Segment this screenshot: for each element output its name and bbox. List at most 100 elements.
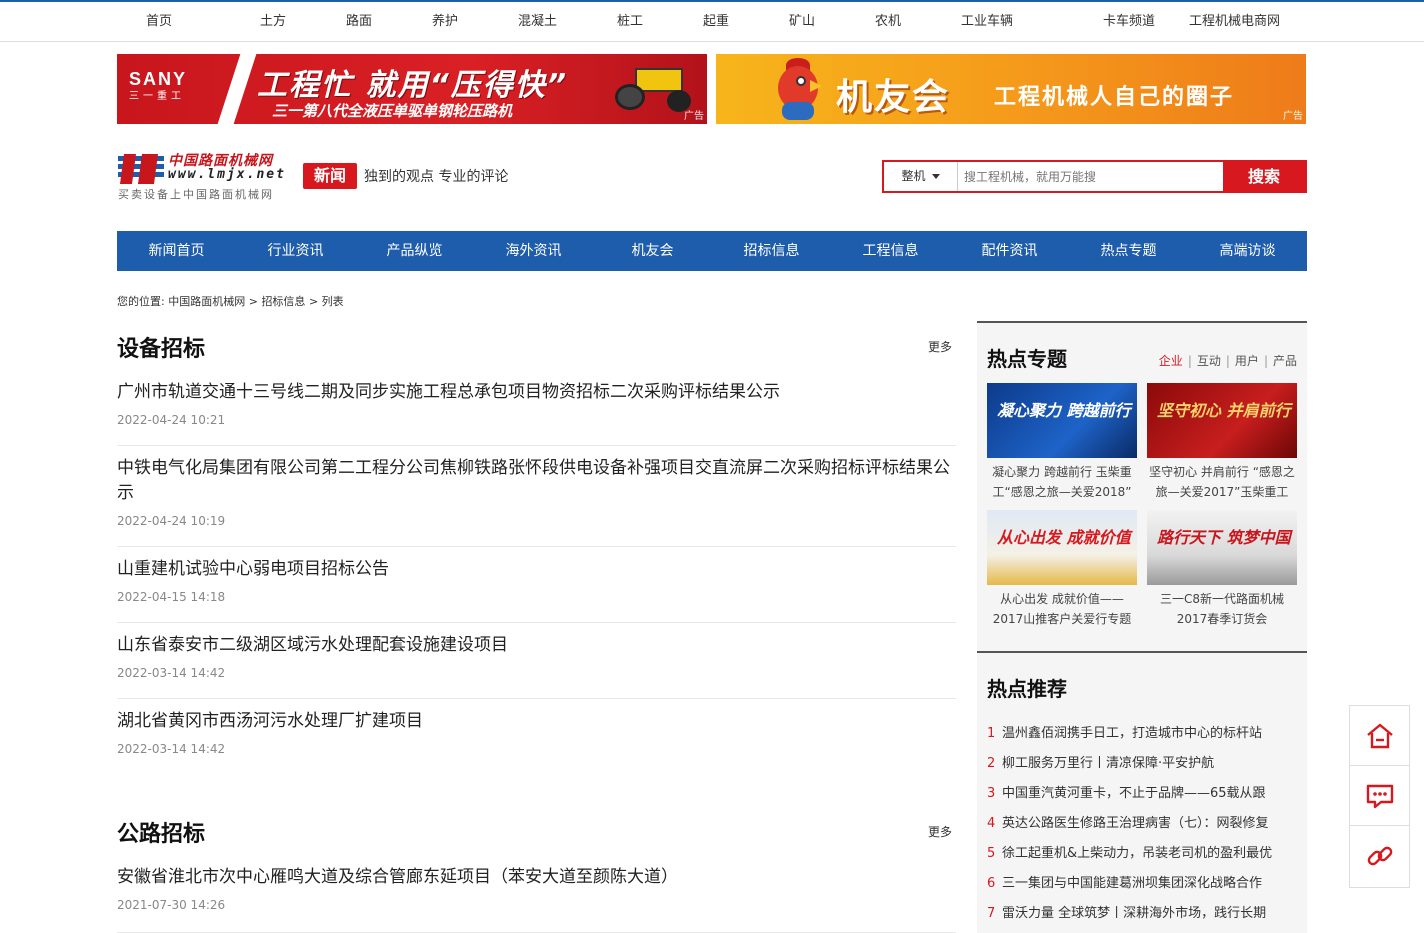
rooster-mascot-icon (766, 58, 830, 120)
topic-thumbnail[interactable]: 坚守初心 并肩前行 (1147, 383, 1297, 458)
hot-recommend-title[interactable]: 徐工起重机&上柴动力，吊装老司机的盈利最优 (1002, 846, 1272, 861)
news-item[interactable]: 广州市轨道交通十三号线二期及同步实施工程总承包项目物资招标二次采购评标结果公示 … (117, 380, 956, 446)
rank-number: 7 (987, 906, 996, 921)
top-nav-item[interactable]: 首页 (146, 2, 172, 42)
rank-number: 5 (987, 846, 996, 861)
hot-recommend-title: 热点推荐 (987, 677, 1067, 701)
hot-topics-title: 热点专题 (987, 347, 1067, 371)
main-nav: 新闻首页 行业资讯 产品纵览 海外资讯 机友会 招标信息 工程信息 配件资讯 热点专题 高端访谈 (117, 231, 1307, 271)
news-item[interactable]: 湖北省黄冈市西汤河污水处理厂扩建项目 2022-03-14 14:42 (117, 709, 956, 775)
search-category-select[interactable]: 整机 (884, 162, 958, 191)
more-link[interactable]: 更多 (928, 823, 952, 840)
hot-recommend-title[interactable]: 中国重汽黄河重卡，不止于品牌——65载从跟 (1002, 786, 1266, 801)
main-nav-item[interactable]: 新闻首页 (117, 231, 236, 271)
top-nav-item[interactable]: 工程机械电商网 (1189, 2, 1280, 42)
tab-product[interactable]: 产品 (1273, 354, 1297, 368)
logo-url: www.lmjx.net (168, 167, 286, 182)
hot-recommend-list: 1 温州鑫佰润携手日工，打造城市中心的标杆站 2 柳工服务万里行丨清凉保障·平安护航 3… (987, 719, 1297, 929)
hot-recommend-item[interactable]: 5 徐工起重机&上柴动力，吊装老司机的盈利最优 (987, 839, 1297, 869)
news-item[interactable]: 山重建机试验中心弱电项目招标公告 2022-04-15 14:18 (117, 557, 956, 623)
news-item[interactable]: 安徽省淮北市次中心雁鸣大道及综合管廊东延项目（苯安大道至颜陈大道） 2021-0… (117, 865, 956, 933)
topic-card[interactable]: 路行天下 筑梦中国 三一C8新一代路面机械2017春季订货会 (1147, 510, 1297, 629)
news-date: 2022-04-24 10:19 (117, 514, 226, 528)
jiyouhui-ad-banner[interactable]: 机友会 工程机械人自己的圈子 广告 (716, 54, 1306, 124)
rank-number: 6 (987, 876, 996, 891)
sany-ad-banner[interactable]: SANY 三一重工 工程忙 就用“压得快” 三一第八代全液压单驱单钢轮压路机 广… (117, 54, 707, 124)
message-icon (1366, 784, 1393, 808)
topic-caption[interactable]: 坚守初心 并肩前行 “感恩之旅—关爱2017”玉柴重工 (1147, 462, 1297, 502)
main-nav-item[interactable]: 招标信息 (712, 231, 831, 271)
topic-thumbnail-text: 坚守初心 并肩前行 (1157, 401, 1291, 420)
breadcrumb: 您的位置: 中国路面机械网 > 招标信息 > 列表 (117, 293, 344, 309)
news-title[interactable]: 山重建机试验中心弱电项目招标公告 (117, 557, 956, 582)
breadcrumb-bidding[interactable]: 招标信息 (261, 295, 305, 308)
search-category-label: 整机 (901, 169, 926, 183)
hot-recommend-title[interactable]: 三一集团与中国能建葛洲坝集团深化战略合作 (1002, 876, 1262, 891)
news-date: 2022-04-24 10:21 (117, 413, 226, 427)
news-title[interactable]: 安徽省淮北市次中心雁鸣大道及综合管廊东延项目（苯安大道至颜陈大道） (117, 865, 956, 890)
news-title[interactable]: 湖北省黄冈市西汤河污水处理厂扩建项目 (117, 709, 956, 734)
message-button[interactable] (1350, 766, 1409, 826)
hot-recommend-title[interactable]: 英达公路医生修路王治理病害（七）：网裂修复 (1002, 816, 1269, 831)
search-input[interactable] (958, 162, 1223, 191)
topic-card[interactable]: 从心出发 成就价值 从心出发 成就价值——2017山推客户关爱行专题报 (987, 510, 1137, 629)
hot-recommend-item[interactable]: 6 三一集团与中国能建葛洲坝集团深化战略合作 (987, 869, 1297, 899)
hot-recommend-item[interactable]: 2 柳工服务万里行丨清凉保障·平安护航 (987, 749, 1297, 779)
top-nav-item[interactable]: 桩工 (617, 2, 643, 42)
main-nav-item[interactable]: 行业资讯 (236, 231, 355, 271)
topic-caption[interactable]: 凝心聚力 跨越前行 玉柴重工“感恩之旅—关爱2018” (987, 462, 1137, 502)
hot-recommend-title[interactable]: 温州鑫佰润携手日工，打造城市中心的标杆站 (1002, 726, 1262, 741)
top-nav-item[interactable]: 混凝土 (518, 2, 557, 42)
tab-enterprise[interactable]: 企业 (1159, 354, 1183, 368)
top-nav-item[interactable]: 工业车辆 (961, 2, 1013, 42)
topic-card[interactable]: 凝心聚力 跨越前行 凝心聚力 跨越前行 玉柴重工“感恩之旅—关爱2018” (987, 383, 1137, 502)
link-button[interactable] (1350, 826, 1409, 886)
hot-recommend-item[interactable]: 4 英达公路医生修路王治理病害（七）：网裂修复 (987, 809, 1297, 839)
main-nav-item[interactable]: 工程信息 (831, 231, 950, 271)
top-nav-item[interactable]: 土方 (260, 2, 286, 42)
news-item[interactable]: 中铁电气化局集团有限公司第二工程分公司焦柳铁路张怀段供电设备补强项目交直流屏二次… (117, 456, 956, 547)
banner-left-subtitle: 三一第八代全液压单驱单钢轮压路机 (272, 102, 513, 120)
hot-topics-panel: 热点专题 企业 | 互动 | 用户 | 产品 凝心聚力 跨越前行 凝心聚力 跨越前行 玉柴重… (977, 321, 1307, 651)
news-title[interactable]: 中铁电气化局集团有限公司第二工程分公司焦柳铁路张怀段供电设备补强项目交直流屏二次… (117, 456, 956, 506)
breadcrumb-home[interactable]: 中国路面机械网 (168, 295, 245, 308)
hot-recommend-title[interactable]: 雷沃力量 全球筑梦丨深耕海外市场，践行长期 (1002, 906, 1266, 921)
top-nav-item[interactable]: 养护 (432, 2, 458, 42)
topic-card[interactable]: 坚守初心 并肩前行 坚守初心 并肩前行 “感恩之旅—关爱2017”玉柴重工 (1147, 383, 1297, 502)
tab-interactive[interactable]: 互动 (1197, 354, 1221, 368)
ad-tag: 广告 (1283, 111, 1303, 122)
tab-user[interactable]: 用户 (1235, 354, 1259, 368)
logo-mark-icon (118, 154, 164, 184)
hot-recommend-item[interactable]: 1 温州鑫佰润携手日工，打造城市中心的标杆站 (987, 719, 1297, 749)
top-nav-item[interactable]: 农机 (875, 2, 901, 42)
topic-caption[interactable]: 三一C8新一代路面机械2017春季订货会 (1147, 589, 1297, 629)
news-title[interactable]: 山东省泰安市二级湖区域污水处理配套设施建设项目 (117, 633, 956, 658)
news-item[interactable]: 山东省泰安市二级湖区域污水处理配套设施建设项目 2022-03-14 14:42 (117, 633, 956, 699)
news-title[interactable]: 广州市轨道交通十三号线二期及同步实施工程总承包项目物资招标二次采购评标结果公示 (117, 380, 956, 405)
main-nav-item[interactable]: 高端访谈 (1188, 231, 1307, 271)
hot-recommend-item[interactable]: 3 中国重汽黄河重卡，不止于品牌——65载从跟 (987, 779, 1297, 809)
hot-recommend-item[interactable]: 7 雷沃力量 全球筑梦丨深耕海外市场，践行长期 (987, 899, 1297, 929)
top-nav-item[interactable]: 起重 (703, 2, 729, 42)
top-nav-item[interactable]: 卡车频道 (1103, 2, 1155, 42)
news-date: 2022-04-15 14:18 (117, 590, 226, 604)
top-nav-item[interactable]: 矿山 (789, 2, 815, 42)
topic-thumbnail[interactable]: 凝心聚力 跨越前行 (987, 383, 1137, 458)
hot-recommend-title[interactable]: 柳工服务万里行丨清凉保障·平安护航 (1002, 756, 1214, 771)
section-title-equipment: 设备招标 (117, 337, 206, 362)
main-nav-item[interactable]: 配件资讯 (950, 231, 1069, 271)
topic-thumbnail[interactable]: 从心出发 成就价值 (987, 510, 1137, 585)
home-button[interactable] (1350, 706, 1409, 766)
main-nav-item[interactable]: 热点专题 (1069, 231, 1188, 271)
banner-right-title: 机友会 (836, 77, 951, 118)
site-logo[interactable]: 中国路面机械网 www.lmjx.net 买卖设备上中国路面机械网 (118, 150, 296, 202)
main-nav-item[interactable]: 产品纵览 (355, 231, 474, 271)
main-nav-item[interactable]: 机友会 (593, 231, 712, 271)
main-nav-item[interactable]: 海外资讯 (474, 231, 593, 271)
topic-caption[interactable]: 从心出发 成就价值——2017山推客户关爱行专题报 (987, 589, 1137, 629)
top-nav-item[interactable]: 路面 (346, 2, 372, 42)
search-button[interactable]: 搜索 (1223, 162, 1305, 191)
news-date: 2021-07-30 14:26 (117, 898, 226, 912)
more-link[interactable]: 更多 (928, 338, 952, 355)
topic-thumbnail[interactable]: 路行天下 筑梦中国 (1147, 510, 1297, 585)
